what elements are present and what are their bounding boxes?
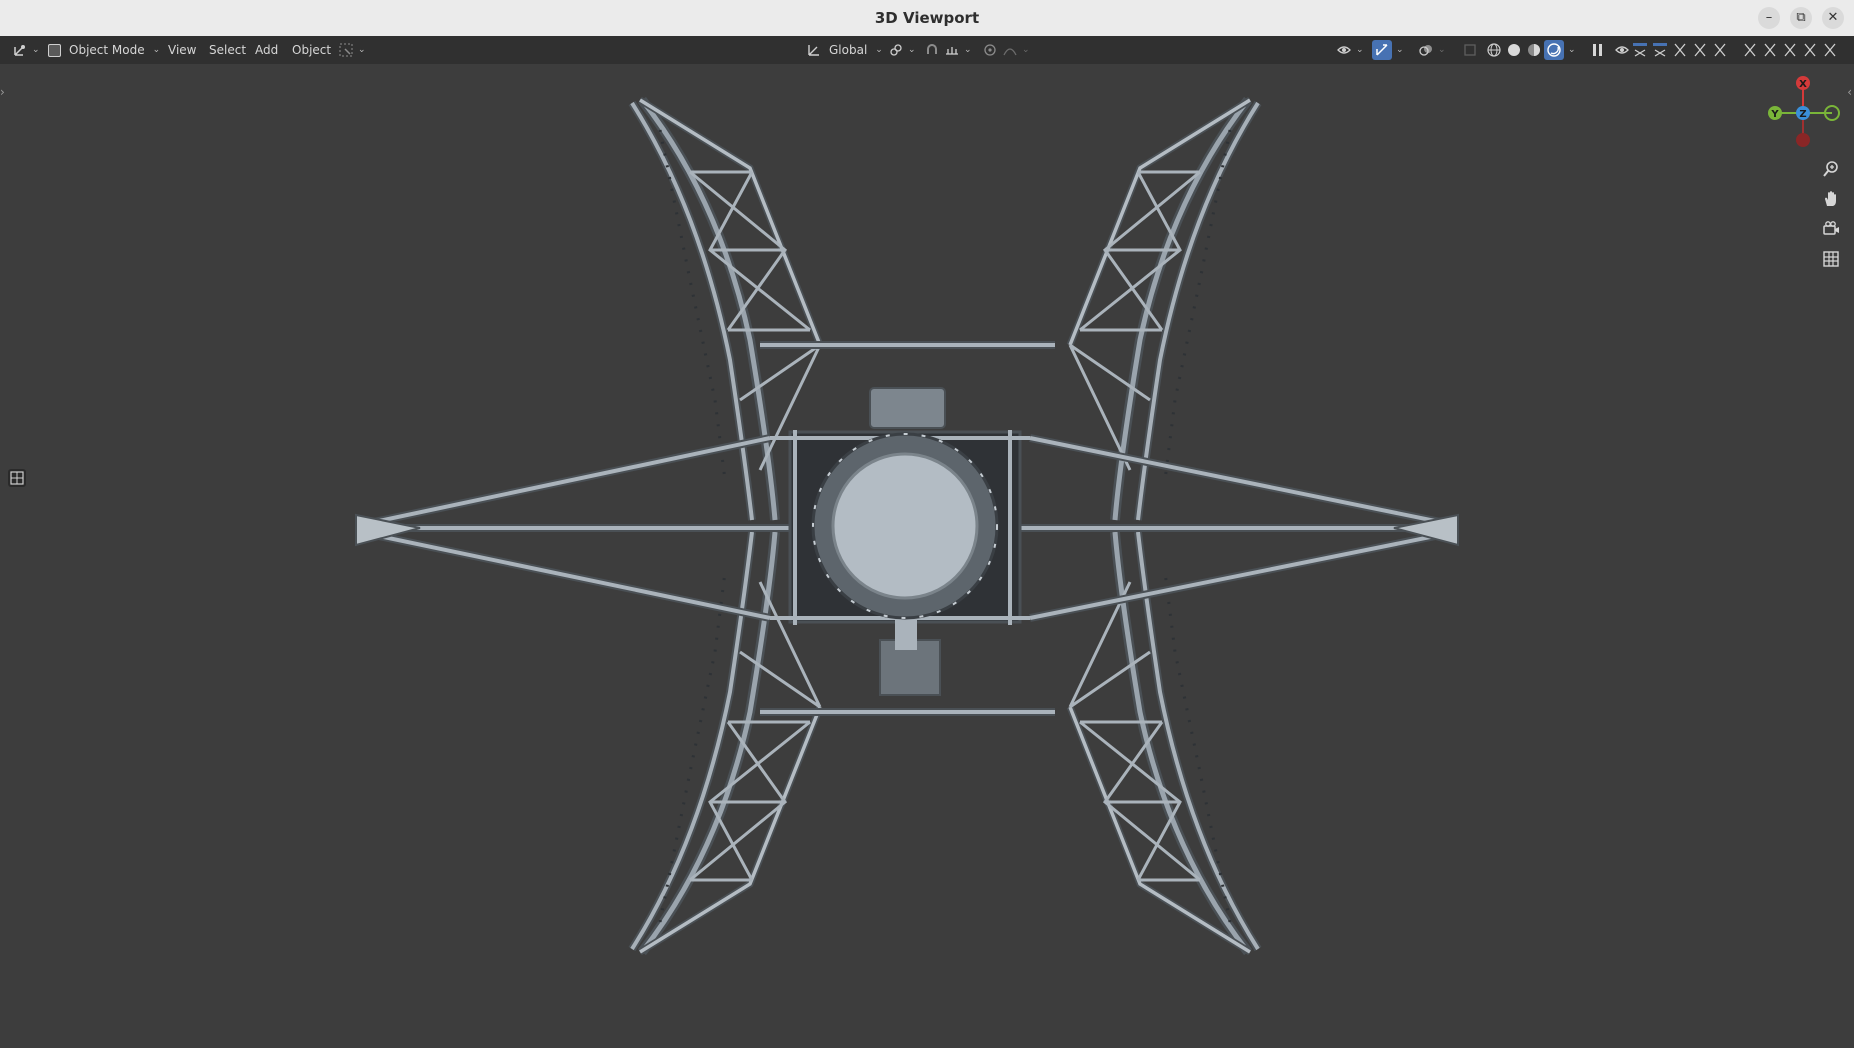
gizmo-neg-x-axis[interactable]: [1796, 133, 1810, 147]
viewport-header: ⌄ Object Mode ⌄ View Select Add Object ⌄…: [0, 36, 1854, 64]
hand-icon: [1825, 191, 1836, 206]
pause-render-button[interactable]: [1592, 36, 1604, 64]
mode-dropdown[interactable]: Object Mode ⌄: [48, 36, 160, 64]
collection-toggle-icon[interactable]: [1762, 42, 1778, 58]
proportional-icon: [984, 44, 996, 56]
collection-toggle-icon[interactable]: [1802, 42, 1818, 58]
solid-sphere-icon: [1508, 44, 1520, 56]
window-controls: – ⧉ ✕: [1758, 7, 1844, 29]
editor-type-icon: [14, 45, 25, 56]
chevron-down-icon: ⌄: [358, 45, 366, 55]
minimize-button[interactable]: –: [1758, 7, 1780, 29]
gizmo-x-label: X: [1799, 79, 1807, 90]
snap-target-dropdown[interactable]: ⌄: [944, 36, 972, 64]
material-sphere-icon: [1528, 44, 1540, 56]
window-titlebar: 3D Viewport – ⧉ ✕: [0, 0, 1854, 37]
collection-toggle-icon[interactable]: [1632, 42, 1648, 58]
chevron-down-icon: ⌄: [1022, 45, 1030, 55]
collection-toggle-icon[interactable]: [1712, 42, 1728, 58]
orientation-icon: [808, 45, 819, 56]
pan-button[interactable]: [1818, 186, 1844, 212]
pivot-icon: [890, 44, 902, 56]
collection-toggle-icon[interactable]: [1692, 42, 1708, 58]
collection-toggle-icon[interactable]: [1652, 42, 1668, 58]
shading-material-button[interactable]: [1526, 36, 1542, 64]
menu-select[interactable]: Select: [203, 40, 252, 60]
chevron-down-icon: ⌄: [1356, 45, 1364, 55]
eye-pointer-icon: [1337, 46, 1351, 54]
shading-wireframe-button[interactable]: [1486, 36, 1502, 64]
transform-orientation-dropdown[interactable]: Global ⌄: [806, 36, 883, 64]
chevron-down-icon: ⌄: [964, 45, 972, 55]
object-mode-icon: [48, 43, 61, 57]
falloff-icon: [1003, 48, 1017, 56]
select-box-icon: [339, 43, 353, 57]
overlays-toggle[interactable]: ⌄: [1418, 36, 1446, 64]
chevron-down-icon: ⌄: [152, 45, 161, 55]
navigation-gizmo[interactable]: X Y Z: [1760, 75, 1850, 155]
chevron-down-icon: ⌄: [1438, 45, 1446, 55]
crane-tower-model[interactable]: [0, 64, 1854, 1048]
pivot-point-dropdown[interactable]: ⌄: [888, 36, 916, 64]
gizmo-toggle[interactable]: ⌄: [1372, 36, 1404, 64]
orientation-label: Global: [829, 43, 868, 57]
shading-solid-button[interactable]: [1506, 36, 1522, 64]
window-title: 3D Viewport: [874, 9, 980, 27]
editor-type-button[interactable]: ⌄: [12, 36, 40, 64]
chevron-down-icon: ⌄: [1396, 45, 1404, 55]
collection-toggle-icon[interactable]: [1742, 42, 1758, 58]
grid-icon: [1823, 251, 1839, 267]
collection-toggle-group: [1632, 36, 1838, 64]
xray-icon: [1464, 44, 1476, 56]
gizmo-y-label: Y: [1770, 109, 1779, 120]
collection-toggle-icon[interactable]: [1672, 42, 1688, 58]
wireframe-sphere-icon: [1487, 43, 1501, 57]
shading-rendered-button[interactable]: ⌄: [1544, 36, 1576, 64]
chevron-down-icon: ⌄: [875, 45, 883, 55]
selection-mode-button[interactable]: ⌄: [338, 36, 366, 64]
camera-icon: [1823, 221, 1839, 235]
chevron-down-icon: ⌄: [1568, 45, 1576, 55]
mode-label: Object Mode: [69, 43, 145, 57]
falloff-dropdown[interactable]: ⌄: [1002, 36, 1030, 64]
collection-toggle-icon[interactable]: [1782, 42, 1798, 58]
menu-add[interactable]: Add: [249, 40, 284, 60]
gizmo-z-label: Z: [1799, 109, 1806, 120]
zoom-icon: [1823, 161, 1838, 177]
gizmo-icon: [1376, 44, 1388, 56]
menu-object[interactable]: Object: [286, 40, 337, 60]
proportional-editing-toggle[interactable]: [982, 36, 998, 64]
chevron-down-icon: ⌄: [32, 45, 40, 55]
snap-toggle[interactable]: [924, 36, 940, 64]
zoom-button[interactable]: [1818, 156, 1844, 182]
xray-toggle[interactable]: [1462, 36, 1478, 64]
maximize-button[interactable]: ⧉: [1790, 7, 1812, 29]
menu-view[interactable]: View: [162, 40, 202, 60]
overlays-icon: [1419, 45, 1432, 56]
rendered-sphere-icon: [1547, 43, 1561, 57]
collection-toggle-icon[interactable]: [1822, 42, 1838, 58]
camera-view-button[interactable]: [1818, 216, 1844, 242]
eye-icon: [1615, 46, 1629, 54]
snap-increment-icon: [946, 47, 958, 55]
chevron-down-icon: ⌄: [908, 45, 916, 55]
ortho-toggle-button[interactable]: [1818, 246, 1844, 272]
pause-icon: [1593, 44, 1602, 56]
visibility-button[interactable]: [1614, 36, 1630, 64]
magnet-icon: [927, 44, 937, 54]
object-visibility-dropdown[interactable]: ⌄: [1336, 36, 1364, 64]
close-button[interactable]: ✕: [1822, 7, 1844, 29]
